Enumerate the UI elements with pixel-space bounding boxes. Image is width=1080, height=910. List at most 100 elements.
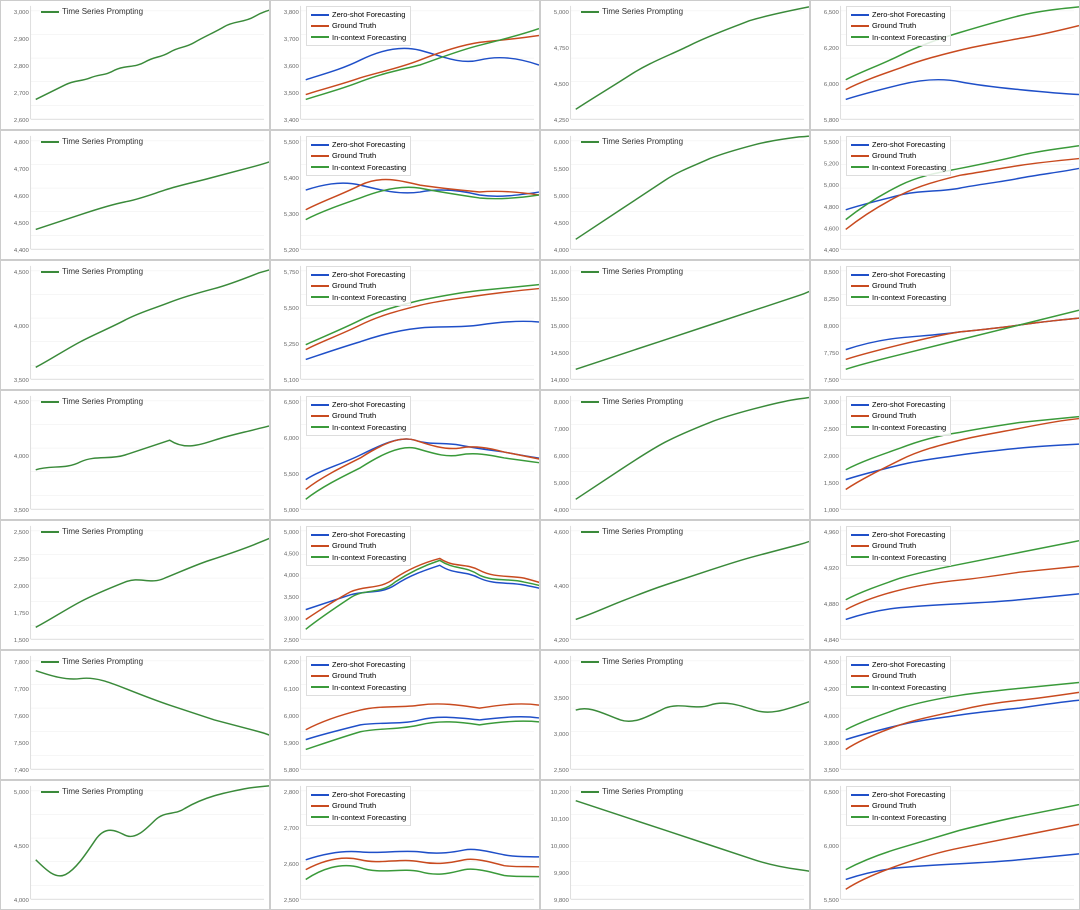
chart-r4c1: 5,0004,5004,0003,5003,0002,500Zero-shot … <box>270 520 540 650</box>
svg-text:4,400: 4,400 <box>14 248 30 254</box>
svg-text:5,000: 5,000 <box>554 10 570 16</box>
chart-r6c0: 5,0004,5004,000Time Series Prompting <box>0 780 270 910</box>
svg-text:4,500: 4,500 <box>14 270 30 276</box>
legend-r0c1: Zero-shot ForecastingGround TruthIn-cont… <box>306 6 411 46</box>
svg-text:2,000: 2,000 <box>14 584 30 590</box>
svg-text:4,000: 4,000 <box>14 898 30 904</box>
svg-text:6,100: 6,100 <box>284 687 300 693</box>
svg-text:7,500: 7,500 <box>824 378 840 384</box>
svg-text:2,700: 2,700 <box>284 826 300 832</box>
svg-text:2,500: 2,500 <box>554 768 570 774</box>
svg-text:5,250: 5,250 <box>284 342 300 348</box>
svg-text:4,000: 4,000 <box>554 660 570 666</box>
svg-text:4,920: 4,920 <box>824 566 840 572</box>
legend-r4c3: Zero-shot ForecastingGround TruthIn-cont… <box>846 526 951 566</box>
chart-r2c2: 16,00015,50015,00014,50014,000Time Serie… <box>540 260 810 390</box>
chart-label-r2c2: Time Series Prompting <box>581 267 683 276</box>
svg-text:6,200: 6,200 <box>824 46 840 52</box>
svg-text:4,000: 4,000 <box>554 508 570 514</box>
chart-label-r5c2: Time Series Prompting <box>581 657 683 666</box>
svg-text:6,000: 6,000 <box>284 436 300 442</box>
chart-r4c0: 2,5002,2502,0001,7501,500Time Series Pro… <box>0 520 270 650</box>
legend-r1c3: Zero-shot ForecastingGround TruthIn-cont… <box>846 136 951 176</box>
svg-text:1,500: 1,500 <box>14 638 30 644</box>
svg-text:4,600: 4,600 <box>554 530 570 536</box>
svg-text:2,500: 2,500 <box>284 898 300 904</box>
svg-text:8,500: 8,500 <box>824 270 840 276</box>
chart-label-r3c0: Time Series Prompting <box>41 397 143 406</box>
svg-text:2,600: 2,600 <box>14 118 30 124</box>
svg-text:8,000: 8,000 <box>824 324 840 330</box>
svg-text:3,000: 3,000 <box>284 616 300 622</box>
svg-text:3,500: 3,500 <box>14 378 30 384</box>
svg-text:7,000: 7,000 <box>554 427 570 433</box>
svg-text:3,500: 3,500 <box>284 595 300 601</box>
svg-text:2,900: 2,900 <box>14 37 30 43</box>
chart-r6c2: 10,20010,10010,0009,9009,800Time Series … <box>540 780 810 910</box>
svg-text:4,880: 4,880 <box>824 602 840 608</box>
svg-text:2,500: 2,500 <box>284 638 300 644</box>
chart-grid: 3,0002,9002,8002,7002,600Time Series Pro… <box>0 0 1080 910</box>
chart-r1c2: 6,0005,5005,0004,5004,000Time Series Pro… <box>540 130 810 260</box>
svg-text:4,800: 4,800 <box>824 205 840 211</box>
svg-text:4,600: 4,600 <box>824 226 840 232</box>
svg-text:16,000: 16,000 <box>551 270 570 276</box>
svg-text:4,500: 4,500 <box>14 844 30 850</box>
svg-text:5,400: 5,400 <box>284 176 300 182</box>
svg-text:4,000: 4,000 <box>554 248 570 254</box>
chart-r1c3: 5,5005,2005,0004,8004,6004,400Zero-shot … <box>810 130 1080 260</box>
chart-label-r4c2: Time Series Prompting <box>581 527 683 536</box>
chart-r2c1: 5,7505,5005,2505,100Zero-shot Forecastin… <box>270 260 540 390</box>
svg-text:6,000: 6,000 <box>284 714 300 720</box>
svg-text:4,800: 4,800 <box>14 140 30 146</box>
svg-text:8,250: 8,250 <box>824 297 840 303</box>
svg-text:4,750: 4,750 <box>554 46 570 52</box>
svg-text:1,000: 1,000 <box>824 508 840 514</box>
svg-text:3,500: 3,500 <box>554 696 570 702</box>
svg-text:4,400: 4,400 <box>554 584 570 590</box>
svg-text:6,000: 6,000 <box>554 454 570 460</box>
svg-text:4,000: 4,000 <box>14 324 30 330</box>
chart-label-r3c2: Time Series Prompting <box>581 397 683 406</box>
svg-text:10,000: 10,000 <box>551 844 570 850</box>
svg-text:5,800: 5,800 <box>824 118 840 124</box>
svg-text:4,400: 4,400 <box>824 248 840 254</box>
svg-text:5,500: 5,500 <box>824 140 840 146</box>
svg-text:5,200: 5,200 <box>284 248 300 254</box>
chart-r0c2: 5,0004,7504,5004,250Time Series Promptin… <box>540 0 810 130</box>
svg-text:14,500: 14,500 <box>551 351 570 357</box>
svg-text:5,000: 5,000 <box>284 530 300 536</box>
chart-r3c0: 4,5004,0003,500Time Series Prompting <box>0 390 270 520</box>
chart-r5c0: 7,8007,7007,6007,5007,400Time Series Pro… <box>0 650 270 780</box>
svg-text:4,200: 4,200 <box>554 638 570 644</box>
svg-text:5,300: 5,300 <box>284 212 300 218</box>
svg-text:3,000: 3,000 <box>554 732 570 738</box>
legend-r5c1: Zero-shot ForecastingGround TruthIn-cont… <box>306 656 411 696</box>
svg-text:5,100: 5,100 <box>284 378 300 384</box>
legend-r4c1: Zero-shot ForecastingGround TruthIn-cont… <box>306 526 411 566</box>
chart-r5c1: 6,2006,1006,0005,9005,800Zero-shot Forec… <box>270 650 540 780</box>
chart-label-r0c0: Time Series Prompting <box>41 7 143 16</box>
svg-text:5,000: 5,000 <box>554 481 570 487</box>
svg-text:4,000: 4,000 <box>824 714 840 720</box>
chart-label-r1c0: Time Series Prompting <box>41 137 143 146</box>
svg-text:6,500: 6,500 <box>824 10 840 16</box>
chart-r2c0: 4,5004,0003,500Time Series Prompting <box>0 260 270 390</box>
svg-text:2,600: 2,600 <box>284 862 300 868</box>
chart-label-r1c2: Time Series Prompting <box>581 137 683 146</box>
svg-text:4,700: 4,700 <box>14 167 30 173</box>
svg-text:5,750: 5,750 <box>284 270 300 276</box>
svg-text:7,700: 7,700 <box>14 687 30 693</box>
legend-r3c1: Zero-shot ForecastingGround TruthIn-cont… <box>306 396 411 436</box>
chart-r0c3: 6,5006,2006,0005,800Zero-shot Forecastin… <box>810 0 1080 130</box>
chart-r5c2: 4,000 3,500 3,000 2,500 Time Series Promptin… <box>540 650 810 780</box>
svg-text:6,000: 6,000 <box>824 82 840 88</box>
svg-text:6,500: 6,500 <box>824 790 840 796</box>
svg-text:6,200: 6,200 <box>284 660 300 666</box>
svg-text:6,000: 6,000 <box>554 140 570 146</box>
svg-text:2,500: 2,500 <box>14 530 30 536</box>
chart-r0c0: 3,0002,9002,8002,7002,600Time Series Pro… <box>0 0 270 130</box>
svg-text:7,600: 7,600 <box>14 714 30 720</box>
svg-text:3,400: 3,400 <box>284 118 300 124</box>
svg-text:15,500: 15,500 <box>551 297 570 303</box>
